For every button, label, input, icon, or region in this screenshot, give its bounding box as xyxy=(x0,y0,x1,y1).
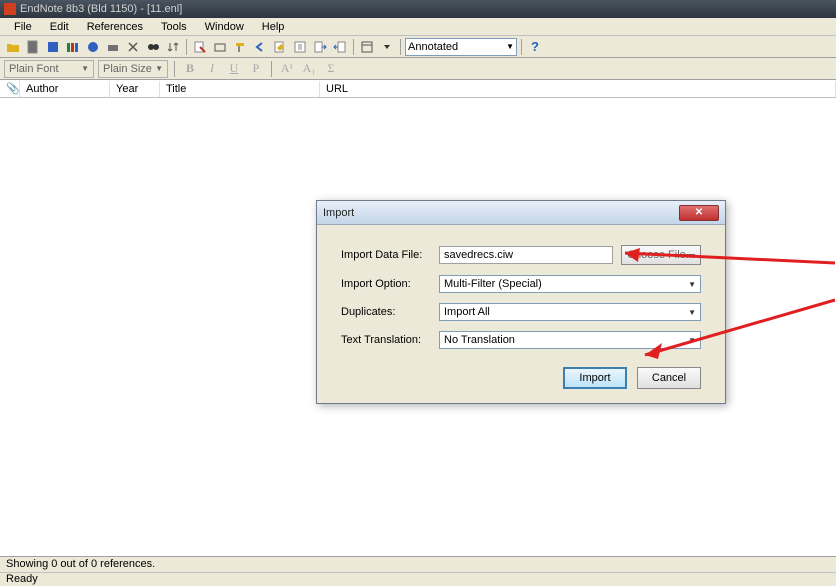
subscript-button[interactable]: A₁ xyxy=(300,60,318,78)
status-count: Showing 0 out of 0 references. xyxy=(0,556,836,572)
size-combo[interactable]: Plain Size ▼ xyxy=(98,60,168,78)
window-dropdown-icon[interactable] xyxy=(378,38,396,56)
cancel-button[interactable]: Cancel xyxy=(637,367,701,389)
new-book-icon[interactable] xyxy=(44,38,62,56)
import-button[interactable]: Import xyxy=(563,367,627,389)
import-option-value: Multi-Filter (Special) xyxy=(444,278,542,290)
help-icon[interactable]: ? xyxy=(526,38,544,56)
open-folder-icon[interactable] xyxy=(4,38,22,56)
translation-value: No Translation xyxy=(444,334,515,346)
col-year[interactable]: Year xyxy=(110,81,160,97)
status-ready: Ready xyxy=(0,572,836,586)
export-icon[interactable] xyxy=(311,38,329,56)
new-file-icon[interactable] xyxy=(24,38,42,56)
toolbar: Annotated ▼ ? xyxy=(0,36,836,58)
window-title: EndNote 8b3 (Bld 1150) - [11.enl] xyxy=(20,3,182,15)
datafile-value: savedrecs.ciw xyxy=(444,249,513,261)
col-title[interactable]: Title xyxy=(160,81,320,97)
insert-note-icon[interactable] xyxy=(291,38,309,56)
import-option-select[interactable]: Multi-Filter (Special) ▼ xyxy=(439,275,701,293)
menu-file[interactable]: File xyxy=(6,19,40,35)
datafile-label: Import Data File: xyxy=(341,249,439,261)
col-attachment[interactable]: 📎 xyxy=(0,80,20,97)
translation-select[interactable]: No Translation ▼ xyxy=(439,331,701,349)
titlebar: EndNote 8b3 (Bld 1150) - [11.enl] xyxy=(0,0,836,18)
import-option-label: Import Option: xyxy=(341,278,439,290)
insert-box-icon[interactable] xyxy=(211,38,229,56)
globe-icon[interactable] xyxy=(84,38,102,56)
edit-cite-icon[interactable] xyxy=(271,38,289,56)
menu-tools[interactable]: Tools xyxy=(153,19,195,35)
import-dialog: Import ✕ Import Data File: savedrecs.ciw… xyxy=(316,200,726,404)
superscript-button[interactable]: A¹ xyxy=(278,60,296,78)
dialog-titlebar[interactable]: Import ✕ xyxy=(317,201,725,225)
library-icon[interactable] xyxy=(64,38,82,56)
duplicates-label: Duplicates: xyxy=(341,306,439,318)
print-icon[interactable] xyxy=(104,38,122,56)
app-icon xyxy=(4,3,16,15)
goto-icon[interactable] xyxy=(191,38,209,56)
datafile-input[interactable]: savedrecs.ciw xyxy=(439,246,613,264)
sort-icon[interactable] xyxy=(164,38,182,56)
binoculars-icon[interactable] xyxy=(144,38,162,56)
style-combo[interactable]: Annotated ▼ xyxy=(405,38,517,56)
duplicates-value: Import All xyxy=(444,306,490,318)
menu-references[interactable]: References xyxy=(79,19,151,35)
italic-button[interactable]: I xyxy=(203,60,221,78)
bold-button[interactable]: B xyxy=(181,60,199,78)
window-mode-icon[interactable] xyxy=(358,38,376,56)
font-combo-value: Plain Font xyxy=(9,63,59,75)
menubar: File Edit References Tools Window Help xyxy=(0,18,836,36)
menu-help[interactable]: Help xyxy=(254,19,293,35)
style-combo-value: Annotated xyxy=(408,41,458,53)
font-combo[interactable]: Plain Font ▼ xyxy=(4,60,94,78)
menu-window[interactable]: Window xyxy=(197,19,252,35)
col-author[interactable]: Author xyxy=(20,81,110,97)
column-headers: 📎 Author Year Title URL xyxy=(0,80,836,98)
back-icon[interactable] xyxy=(251,38,269,56)
duplicates-select[interactable]: Import All ▼ xyxy=(439,303,701,321)
format-icon[interactable] xyxy=(231,38,249,56)
translation-label: Text Translation: xyxy=(341,334,439,346)
cut-icon[interactable] xyxy=(124,38,142,56)
import-icon[interactable] xyxy=(331,38,349,56)
choose-file-button[interactable]: Choose File... xyxy=(621,245,701,265)
dialog-title: Import xyxy=(323,207,354,219)
menu-edit[interactable]: Edit xyxy=(42,19,77,35)
col-url[interactable]: URL xyxy=(320,81,836,97)
underline-button[interactable]: U xyxy=(225,60,243,78)
size-combo-value: Plain Size xyxy=(103,63,152,75)
plain-button[interactable]: P xyxy=(247,60,265,78)
symbol-button[interactable]: Σ xyxy=(322,60,340,78)
close-icon[interactable]: ✕ xyxy=(679,205,719,221)
format-bar: Plain Font ▼ Plain Size ▼ B I U P A¹ A₁ … xyxy=(0,58,836,80)
